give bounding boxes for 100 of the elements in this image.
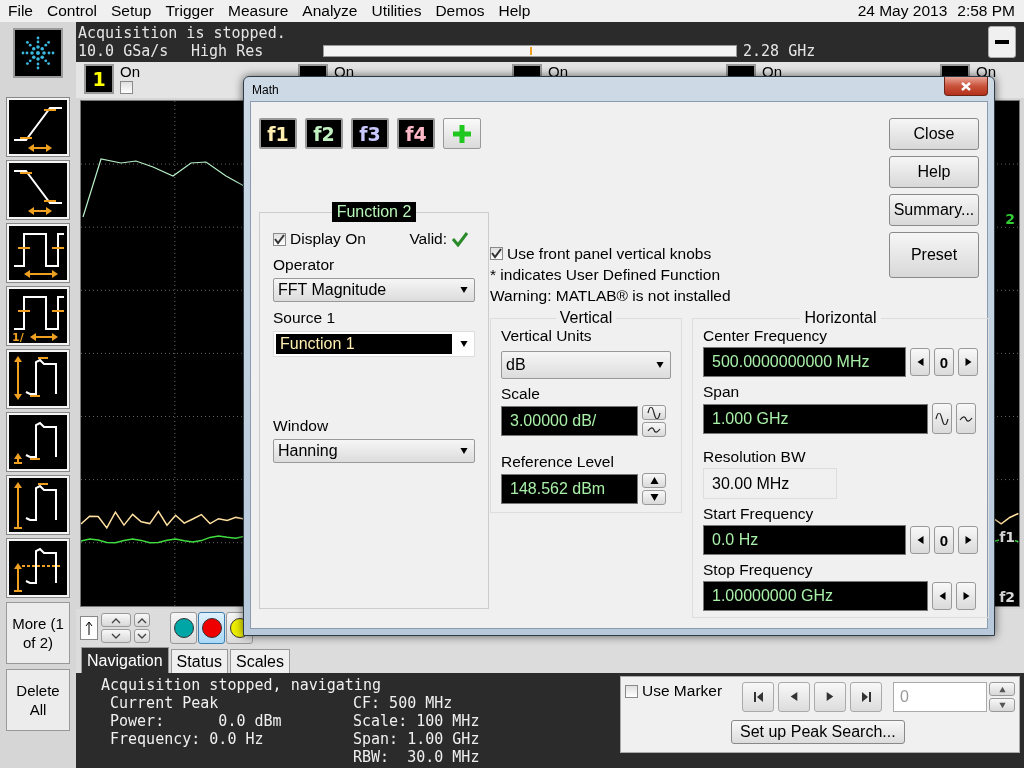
dialog-button[interactable]: Close [889, 118, 979, 150]
next-button[interactable] [956, 582, 976, 610]
menu-item[interactable]: File [1, 2, 40, 20]
caret-icon [460, 286, 468, 294]
group-title: Function 2 [331, 202, 417, 222]
menu-item[interactable]: Demos [428, 2, 492, 20]
right-triangle-icon [963, 357, 973, 367]
dialog-button[interactable]: Summary... [889, 194, 979, 226]
group-title: Horizontal [803, 309, 878, 327]
menu-item[interactable]: Trigger [158, 2, 221, 20]
coarse-button[interactable] [956, 403, 976, 434]
add-function-button[interactable] [443, 118, 481, 149]
dialog-title: Math [252, 83, 279, 97]
previous-button[interactable] [910, 526, 930, 554]
down-triangle-icon [649, 493, 659, 502]
value-field[interactable]: 3.00000 dB/ [501, 406, 638, 436]
reset-button[interactable]: 0 [934, 526, 954, 554]
field-label: Operator [273, 256, 336, 274]
measurement-button[interactable] [7, 161, 69, 219]
up-arrow-icon [85, 621, 93, 635]
fine-button[interactable] [642, 422, 666, 437]
sample-rate-text: 10.0 GSa/s [78, 42, 170, 60]
page-up-button[interactable] [134, 613, 150, 627]
navigation-status: Acquisition stopped, navigating [101, 676, 381, 694]
function-button[interactable]: f3 [351, 118, 389, 149]
peak-search-button[interactable]: Set up Peak Search... [731, 720, 905, 744]
peak-readout: Frequency: 0.0 Hz [109, 730, 265, 748]
checkbox-label: Display On [290, 230, 366, 248]
peak-readout: Power: 0.0 dBm [109, 712, 283, 730]
caret-icon [460, 447, 468, 455]
previous-button[interactable] [778, 682, 810, 712]
units-dropdown[interactable]: dB [501, 351, 671, 379]
note-text: * indicates User Defined Function [490, 265, 722, 284]
spin-up-button[interactable] [989, 682, 1015, 696]
close-button[interactable] [944, 77, 988, 96]
reset-button[interactable]: 0 [934, 348, 954, 376]
menu-item[interactable]: Help [491, 2, 538, 20]
checkbox-label: Use front panel vertical knobs [507, 244, 712, 263]
coarse-button[interactable] [642, 405, 666, 420]
function-button[interactable]: f4 [397, 118, 435, 149]
menu-item[interactable]: Measure [221, 2, 296, 20]
field-label: Resolution BW [703, 448, 807, 466]
channel-checkbox[interactable] [120, 81, 133, 94]
measurement-button[interactable] [7, 350, 69, 408]
field-label: Reference Level [501, 453, 615, 471]
window-dropdown[interactable]: Hanning [273, 439, 475, 463]
field-label: Scale [501, 385, 541, 403]
channel-button[interactable]: 1 [84, 64, 114, 94]
tab[interactable]: Scales [229, 649, 290, 673]
measurement-button[interactable] [7, 539, 69, 597]
menu-item[interactable]: Utilities [364, 2, 429, 20]
menu-item[interactable]: Control [40, 2, 104, 20]
field-label: Window [273, 417, 330, 435]
value-field[interactable]: 148.562 dBm [501, 474, 638, 504]
value-readout: 30.00 MHz [703, 468, 837, 499]
next-button[interactable] [958, 526, 978, 554]
logo [20, 35, 56, 71]
next-button[interactable] [814, 682, 846, 712]
increment-button[interactable] [642, 473, 666, 488]
next-button[interactable] [958, 348, 978, 376]
first-button[interactable] [742, 682, 774, 712]
left-triangle-icon [915, 535, 925, 545]
function-button[interactable]: f2 [305, 118, 343, 149]
use-marker-checkbox[interactable] [625, 684, 638, 698]
field-label: Vertical Units [501, 327, 593, 345]
dialog-button[interactable]: Help [889, 156, 979, 188]
knobs-checkbox[interactable] [490, 247, 503, 260]
arrow-toggle[interactable] [80, 616, 98, 640]
decrement-button[interactable] [642, 490, 666, 505]
menu-item[interactable]: Setup [103, 2, 159, 20]
scale-readout: Scale: 100 MHz [353, 712, 480, 730]
measurement-button[interactable] [7, 413, 69, 471]
operator-dropdown[interactable]: FFT Magnitude [273, 278, 475, 302]
page-down-button[interactable] [134, 629, 150, 643]
source-dropdown[interactable]: Function 1 [273, 331, 475, 357]
value-field[interactable]: 1.000 GHz [703, 403, 928, 434]
delete-all-button[interactable]: Delete All [6, 669, 70, 731]
function-button[interactable]: f1 [259, 118, 297, 149]
up-triangle-icon [649, 476, 659, 485]
measurement-button[interactable] [7, 224, 69, 282]
value-field[interactable]: 1.00000000 GHz [703, 581, 928, 611]
color-button[interactable] [198, 612, 225, 644]
fine-button[interactable] [932, 403, 952, 434]
spin-down-button[interactable] [989, 698, 1015, 712]
minimize-button[interactable] [988, 26, 1016, 58]
value-field[interactable]: 500.0000000000 MHz [703, 347, 906, 377]
previous-button[interactable] [910, 348, 930, 376]
measurement-button[interactable] [7, 98, 69, 156]
time-text: 2:58 PM [957, 2, 1015, 20]
previous-button[interactable] [932, 582, 952, 610]
more-button[interactable]: More (1 of 2) [6, 602, 70, 664]
color-button[interactable] [170, 612, 197, 644]
measurement-button[interactable] [7, 476, 69, 534]
last-button[interactable] [850, 682, 882, 712]
tab[interactable]: Navigation [81, 647, 169, 673]
menu-item[interactable]: Analyze [295, 2, 365, 20]
value-field[interactable]: 0.0 Hz [703, 525, 906, 555]
display-on-checkbox[interactable] [273, 232, 286, 246]
dialog-button[interactable]: Preset [889, 232, 979, 278]
tab[interactable]: Status [170, 649, 228, 673]
